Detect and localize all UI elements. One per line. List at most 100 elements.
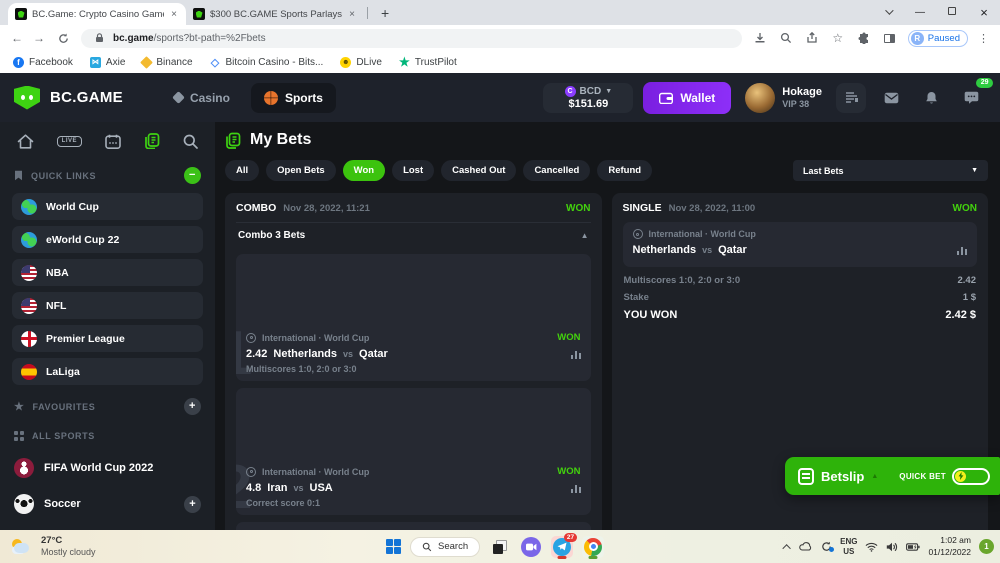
quick-links-header: QUICK LINKS − xyxy=(12,160,203,193)
close-button[interactable]: × xyxy=(968,5,1000,20)
sidebar-item-soccer[interactable]: Soccer+ xyxy=(12,486,203,522)
quick-bet-toggle[interactable]: QUICK BET xyxy=(899,468,990,485)
sort-value: Last Bets xyxy=(803,166,844,176)
inbox-icon[interactable] xyxy=(876,83,906,113)
app-body: LIVE QUICK LINKS − World Cup eWorld Cup … xyxy=(0,122,1000,530)
downloads-icon[interactable] xyxy=(752,30,768,46)
battery-icon[interactable] xyxy=(906,543,920,551)
currency-selector[interactable]: C BCD ▼ $151.69 xyxy=(543,83,633,113)
basketball-icon xyxy=(264,91,278,105)
bell-icon[interactable] xyxy=(916,83,946,113)
task-view-icon[interactable] xyxy=(489,536,511,558)
chat-badge: 29 xyxy=(976,78,993,88)
bookmark-binance[interactable]: Binance xyxy=(142,57,192,68)
bookmark-star-icon[interactable]: ☆ xyxy=(830,30,846,46)
add-favourite-button[interactable]: + xyxy=(184,398,201,415)
tab-close-icon[interactable]: × xyxy=(169,9,179,20)
my-bets-icon[interactable] xyxy=(144,133,160,149)
bookmarks-bar: fFacebook ⋈Axie Binance ◇Bitcoin Casino … xyxy=(0,51,1000,73)
sort-dropdown[interactable]: Last Bets ▼ xyxy=(793,160,988,181)
globe-icon xyxy=(21,199,37,215)
bookmark-dlive[interactable]: ☻DLive xyxy=(340,57,382,68)
filter-cashed-out[interactable]: Cashed Out xyxy=(441,160,516,181)
bookmark-facebook[interactable]: fFacebook xyxy=(13,57,73,68)
filter-lost[interactable]: Lost xyxy=(392,160,434,181)
clock[interactable]: 1:02 am 01/12/2022 xyxy=(928,535,971,557)
sidebar-item-premier-league[interactable]: Premier League xyxy=(12,325,203,352)
home-icon[interactable] xyxy=(17,134,34,149)
tab-close-icon[interactable]: × xyxy=(347,9,357,20)
bet-type: SINGLE xyxy=(623,202,662,214)
tray-chevron-up-icon[interactable] xyxy=(785,544,791,550)
chat-icon[interactable]: 29 xyxy=(956,83,986,113)
profile-chip[interactable]: R Paused xyxy=(908,30,968,47)
chevron-down-icon: ▼ xyxy=(971,167,978,174)
video-call-app-icon[interactable] xyxy=(520,536,542,558)
sidebar-item-partial[interactable] xyxy=(12,522,203,530)
address-bar[interactable]: bc.game/sports?bt-path=%2Fbets xyxy=(81,29,742,48)
taskbar-weather[interactable]: 27°C Mostly cloudy xyxy=(0,535,96,558)
tab-search-chevron-icon[interactable] xyxy=(872,7,904,18)
forward-icon[interactable]: → xyxy=(33,31,45,45)
vip-rank-icon[interactable] xyxy=(836,83,866,113)
card-header: SINGLE Nov 28, 2022, 11:00 WON xyxy=(623,202,978,214)
reload-icon[interactable] xyxy=(55,30,71,46)
start-button[interactable] xyxy=(386,539,401,554)
chrome-icon[interactable] xyxy=(582,536,604,558)
collapse-quick-links-button[interactable]: − xyxy=(184,167,201,184)
stats-icon[interactable] xyxy=(957,246,967,255)
back-icon[interactable]: ← xyxy=(11,31,23,45)
taskbar-search[interactable]: Search xyxy=(410,537,480,557)
notification-badge[interactable]: 1 xyxy=(979,539,994,554)
wallet-button[interactable]: Wallet xyxy=(643,82,731,114)
stats-icon[interactable] xyxy=(571,484,581,493)
sidebar-item-fifa-world-cup[interactable]: FIFA World Cup 2022 xyxy=(12,450,203,486)
language-indicator[interactable]: ENG US xyxy=(840,537,857,556)
stats-icon[interactable] xyxy=(571,350,581,359)
vip-level: VIP 38 xyxy=(782,99,822,109)
nav-sports[interactable]: Sports xyxy=(251,83,336,113)
sidebar-item-world-cup[interactable]: World Cup xyxy=(12,193,203,220)
filter-refund[interactable]: Refund xyxy=(597,160,652,181)
toggle-switch[interactable] xyxy=(952,468,990,485)
minimize-button[interactable]: — xyxy=(904,7,936,18)
extensions-puzzle-icon[interactable] xyxy=(856,30,872,46)
share-icon[interactable] xyxy=(804,30,820,46)
sidebar-item-laliga[interactable]: LaLiga xyxy=(12,358,203,385)
profile-avatar: R xyxy=(911,32,924,45)
live-icon[interactable]: LIVE xyxy=(57,136,81,147)
browser-menu-icon[interactable]: ⋮ xyxy=(978,32,989,45)
telegram-icon[interactable]: 27 xyxy=(551,536,573,558)
combo-summary-row[interactable]: Combo 3 Bets ▲ xyxy=(236,222,591,247)
won-value: 2.42 $ xyxy=(945,309,976,321)
nav-casino[interactable]: Casino xyxy=(161,83,243,113)
bcgame-logo-icon[interactable] xyxy=(14,86,40,110)
expand-soccer-button[interactable]: + xyxy=(184,496,201,513)
sidebar-item-nfl[interactable]: NFL xyxy=(12,292,203,319)
sidebar-item-eworld-cup[interactable]: eWorld Cup 22 xyxy=(12,226,203,253)
side-panel-icon[interactable] xyxy=(882,30,898,46)
search-icon[interactable] xyxy=(183,134,198,149)
maximize-button[interactable] xyxy=(936,7,968,18)
bookmark-trustpilot[interactable]: ★TrustPilot xyxy=(399,57,457,68)
browser-tab-1[interactable]: BC.Game: Crypto Casino Games & × xyxy=(8,3,186,25)
bookmark-bitcoin-casino[interactable]: ◇Bitcoin Casino - Bits... xyxy=(210,57,324,68)
new-tab-button[interactable]: + xyxy=(381,5,389,21)
taskbar-center: Search 27 xyxy=(386,530,604,563)
sync-icon[interactable] xyxy=(821,541,832,552)
betslip-button[interactable]: Betslip ▲ QUICK BET xyxy=(785,457,1000,495)
onedrive-cloud-icon[interactable] xyxy=(799,542,813,551)
filter-open-bets[interactable]: Open Bets xyxy=(266,160,336,181)
browser-tab-2[interactable]: $300 BC.GAME Sports Parlays Ch × xyxy=(186,3,364,25)
zoom-icon[interactable] xyxy=(778,30,794,46)
calendar-icon[interactable] xyxy=(105,134,121,149)
user-profile[interactable]: Hokage VIP 38 xyxy=(745,83,822,113)
bookmark-axie[interactable]: ⋈Axie xyxy=(90,57,125,68)
filter-all[interactable]: All xyxy=(225,160,259,181)
volume-icon[interactable] xyxy=(886,542,898,552)
sidebar-item-nba[interactable]: NBA xyxy=(12,259,203,286)
brand-name[interactable]: BC.GAME xyxy=(50,89,123,106)
wifi-icon[interactable] xyxy=(865,542,878,552)
filter-won[interactable]: Won xyxy=(343,160,385,181)
filter-cancelled[interactable]: Cancelled xyxy=(523,160,590,181)
